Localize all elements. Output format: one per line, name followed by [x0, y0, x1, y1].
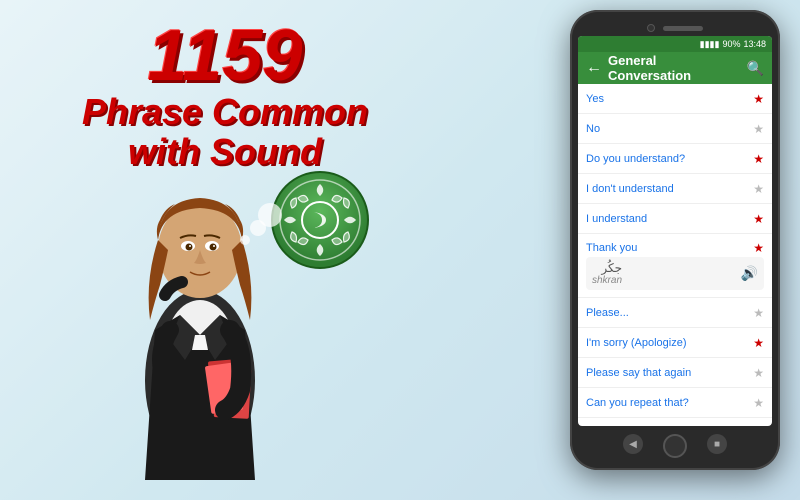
- phrase-text: I'm sorry (Apologize): [586, 337, 753, 349]
- phrase-list[interactable]: Yes ★ No ★ Do you understand? ★ I don't …: [578, 84, 772, 426]
- phrase-text: Thank you: [586, 242, 753, 254]
- expanded-translation: جكُر shkran 🔊: [586, 257, 764, 290]
- list-item[interactable]: No ★: [578, 114, 772, 144]
- phone-container: ▮▮▮▮ 90% 13:48 ← General Conversation 🔍 …: [570, 10, 780, 480]
- phone-menu-btn[interactable]: ■: [707, 434, 727, 454]
- star-icon[interactable]: ★: [753, 92, 764, 106]
- phrase-row: Thank you ★: [586, 241, 764, 255]
- phone-camera: [647, 24, 655, 32]
- phone-body: ▮▮▮▮ 90% 13:48 ← General Conversation 🔍 …: [570, 10, 780, 470]
- phrase-text: Do you understand?: [586, 153, 753, 165]
- romanized-text: shkran: [592, 275, 622, 286]
- phrase-text: Can you repeat that?: [586, 397, 753, 409]
- person-figure: [100, 120, 300, 480]
- star-icon[interactable]: ★: [753, 152, 764, 166]
- translation-content: جكُر shkran: [592, 261, 622, 286]
- phone-top-hardware: [578, 18, 772, 36]
- star-icon[interactable]: ★: [753, 241, 764, 255]
- back-button[interactable]: ←: [586, 59, 602, 77]
- status-time: 13:48: [743, 39, 766, 49]
- star-icon[interactable]: ★: [753, 366, 764, 380]
- list-item[interactable]: Yes ★: [578, 84, 772, 114]
- phrase-text: Yes: [586, 93, 753, 105]
- phone-screen: ▮▮▮▮ 90% 13:48 ← General Conversation 🔍 …: [578, 36, 772, 426]
- arabic-text: جكُر: [592, 261, 622, 275]
- phrase-text: I understand: [586, 213, 753, 225]
- list-item[interactable]: Please... ★: [578, 298, 772, 328]
- list-item[interactable]: Can you repeat that? ★: [578, 388, 772, 418]
- phone-back-btn[interactable]: ◀: [623, 434, 643, 454]
- list-item[interactable]: I understand ★: [578, 204, 772, 234]
- star-icon[interactable]: ★: [753, 182, 764, 196]
- list-item[interactable]: I don't understand ★: [578, 174, 772, 204]
- screen-title: General Conversation: [608, 53, 741, 83]
- search-icon[interactable]: 🔍: [747, 60, 764, 77]
- battery-status: 90%: [722, 39, 740, 49]
- list-item[interactable]: I'm sorry (Apologize) ★: [578, 328, 772, 358]
- star-icon[interactable]: ★: [753, 306, 764, 320]
- phone-home-btn[interactable]: [663, 434, 687, 458]
- phone-bottom-hardware: ◀ ■: [578, 426, 772, 462]
- app-nav-bar: ← General Conversation 🔍: [578, 52, 772, 84]
- list-item-expanded[interactable]: Thank you ★ جكُر shkran 🔊: [578, 234, 772, 298]
- phrase-text: Please...: [586, 307, 753, 319]
- signal-icon: ▮▮▮▮: [700, 39, 720, 50]
- star-icon[interactable]: ★: [753, 396, 764, 410]
- phone-speaker: [663, 26, 703, 31]
- app-title-number: 1159: [30, 20, 420, 92]
- phrase-text: Please say that again: [586, 367, 753, 379]
- phrase-text: I don't understand: [586, 183, 753, 195]
- star-icon[interactable]: ★: [753, 212, 764, 226]
- star-icon[interactable]: ★: [753, 336, 764, 350]
- phrase-text: No: [586, 123, 753, 135]
- star-icon[interactable]: ★: [753, 122, 764, 136]
- list-item[interactable]: Please say that again ★: [578, 358, 772, 388]
- status-bar: ▮▮▮▮ 90% 13:48: [578, 36, 772, 52]
- audio-icon[interactable]: 🔊: [741, 265, 758, 282]
- list-item[interactable]: Do you understand? ★: [578, 144, 772, 174]
